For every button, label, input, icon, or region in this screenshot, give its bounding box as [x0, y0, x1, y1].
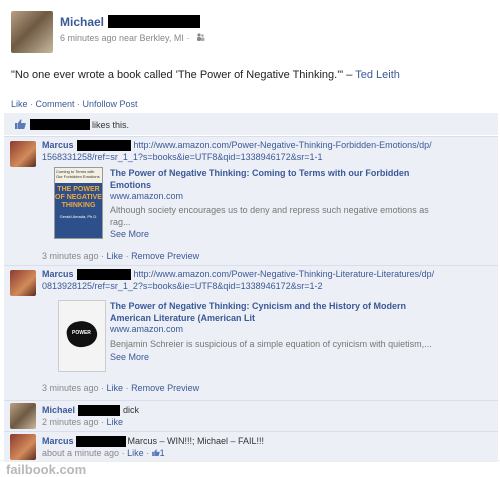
author-first-name[interactable]: Michael: [60, 15, 104, 29]
like-count[interactable]: 1: [151, 448, 165, 459]
comment-url-cont[interactable]: 0813928125/ref=sr_1_2?s=books&ie=UTF8&qi…: [42, 281, 322, 291]
commenter-avatar[interactable]: [10, 403, 36, 429]
redaction-bar: [75, 436, 126, 448]
preview-site[interactable]: www.amazon.com: [110, 324, 183, 334]
comment-meta: about a minute ago · Like · 1: [42, 448, 165, 459]
author-name[interactable]: Michael: [60, 15, 201, 29]
likes-text: likes this.: [30, 119, 129, 130]
link-preview: Coming to Terms with Our Forbidden Emoti…: [54, 167, 494, 245]
redaction-bar: [108, 15, 201, 28]
status-text: "No one ever wrote a book called 'The Po…: [11, 69, 400, 81]
comment-time[interactable]: 2 minutes ago: [42, 417, 99, 427]
cover-title-line: THE POWER: [57, 186, 100, 193]
comment-text: Marcus – WIN!!!; Michael – FAIL!!!: [127, 436, 265, 446]
post-actions: Like · Comment · Unfollow Post: [11, 99, 138, 109]
author-avatar[interactable]: [11, 11, 53, 53]
likes-row: likes this.: [4, 113, 498, 135]
comment-meta: 3 minutes ago · Like · Remove Preview: [42, 383, 200, 393]
comment-meta: 3 minutes ago · Like · Remove Preview: [42, 251, 200, 261]
friends-icon[interactable]: [196, 33, 205, 43]
post-meta: 6 minutes ago near Berkley, MI ·: [60, 33, 205, 43]
preview-title-line[interactable]: American Literature (American Lit: [110, 312, 490, 324]
remove-preview-link[interactable]: Remove Preview: [131, 251, 199, 261]
commenter-name[interactable]: Marcus: [42, 140, 74, 150]
book-cover-image[interactable]: Coming to Terms with Our Forbidden Emoti…: [54, 167, 103, 239]
cover-title: POWER: [72, 330, 91, 336]
likes-label: likes this.: [92, 120, 130, 130]
remove-preview-link[interactable]: Remove Preview: [131, 383, 199, 393]
separator: ·: [27, 99, 36, 109]
comment-body: Marcus http://www.amazon.com/Power-Negati…: [42, 139, 432, 163]
link-preview: POWER The Power of Negative Thinking: Cy…: [54, 298, 494, 384]
preview-description: Although society encourages us to deny a…: [110, 204, 490, 228]
commenter-avatar[interactable]: [10, 141, 36, 167]
status-dash: –: [343, 69, 356, 81]
like-count-value: 1: [159, 448, 165, 459]
comment-time[interactable]: 3 minutes ago: [42, 251, 99, 261]
commenter-name[interactable]: Marcus: [42, 436, 74, 446]
comment-text: dick: [123, 405, 140, 415]
see-more-link[interactable]: See More: [110, 352, 149, 362]
preview-title[interactable]: The Power of Negative Thinking: Coming t…: [110, 167, 490, 191]
post-timestamp-location[interactable]: 6 minutes ago near Berkley, MI ·: [60, 33, 189, 43]
preview-desc-line: rag...: [110, 217, 131, 227]
like-link[interactable]: Like: [11, 99, 28, 109]
thumbs-up-icon: [15, 119, 27, 129]
separator: ·: [74, 99, 83, 109]
thumbs-up-icon: [151, 449, 160, 457]
comment-time[interactable]: about a minute ago: [42, 448, 119, 458]
comment-meta: 2 minutes ago · Like: [42, 417, 124, 428]
comment-body: Michael dick 2 minutes ago · Like: [42, 404, 139, 428]
comment-like-link[interactable]: Like: [127, 448, 144, 458]
quoted-author-link[interactable]: Ted Leith: [355, 69, 400, 81]
comment-url[interactable]: http://www.amazon.com/Power-Negative-Thi…: [134, 140, 432, 150]
commenter-name[interactable]: Marcus: [42, 269, 74, 279]
cover-title-line: THINKING: [61, 202, 96, 209]
comment-url[interactable]: http://www.amazon.com/Power-Negative-Thi…: [134, 269, 435, 279]
see-more-link[interactable]: See More: [110, 229, 149, 239]
comment-body: Marcus http://www.amazon.com/Power-Negati…: [42, 268, 434, 292]
redaction-bar: [76, 140, 131, 152]
unfollow-post-link[interactable]: Unfollow Post: [83, 99, 138, 109]
cover-author: Gerald Amada, Ph.D.: [59, 214, 98, 219]
status-quote: "No one ever wrote a book called 'The Po…: [11, 69, 344, 81]
book-cover-image[interactable]: POWER: [58, 300, 106, 372]
post-header: Michael 6 minutes ago near Berkley, MI ·: [0, 0, 500, 60]
redaction-bar: [76, 269, 131, 281]
preview-title[interactable]: The Power of Negative Thinking: Cynicism…: [110, 300, 490, 324]
commenter-avatar[interactable]: [10, 270, 36, 296]
preview-title-line[interactable]: The Power of Negative Thinking: Coming t…: [110, 167, 490, 179]
comment-3: Michael dick 2 minutes ago · Like: [4, 401, 498, 431]
preview-desc-line: Although society encourages us to deny a…: [110, 205, 429, 215]
failbook-watermark: failbook.com: [0, 460, 500, 477]
cover-title-line: OF NEGATIVE: [55, 194, 102, 201]
cover-subtitle: Coming to Terms with Our Forbidden Emoti…: [55, 168, 102, 183]
comment-like-link[interactable]: Like: [107, 383, 124, 393]
commenter-avatar[interactable]: [10, 434, 36, 460]
preview-description: Benjamin Schreier is suspicious of a sim…: [110, 339, 432, 349]
comment-body: Marcus Marcus – WIN!!!; Michael – FAIL!!!…: [42, 435, 264, 459]
redaction-bar: [78, 405, 121, 417]
cover-title: THE POWER OF NEGATIVE THINKING: [55, 186, 102, 210]
comment-url-cont[interactable]: 1568331258/ref=sr_1_1?s=books&ie=UTF8&qi…: [42, 152, 322, 162]
preview-title-line[interactable]: The Power of Negative Thinking: Cynicism…: [110, 300, 490, 312]
comment-like-link[interactable]: Like: [107, 417, 124, 427]
comment-1: Marcus http://www.amazon.com/Power-Negati…: [4, 137, 498, 265]
preview-title-line[interactable]: Emotions: [110, 179, 490, 191]
redaction-bar: [30, 119, 90, 130]
comment-time[interactable]: 3 minutes ago: [42, 383, 99, 393]
comment-link[interactable]: Comment: [36, 99, 75, 109]
comment-4: Marcus Marcus – WIN!!!; Michael – FAIL!!!…: [4, 432, 498, 462]
preview-site[interactable]: www.amazon.com: [110, 191, 183, 201]
comment-like-link[interactable]: Like: [107, 251, 124, 261]
commenter-name[interactable]: Michael: [42, 405, 75, 415]
comment-2: Marcus http://www.amazon.com/Power-Negati…: [4, 266, 498, 400]
